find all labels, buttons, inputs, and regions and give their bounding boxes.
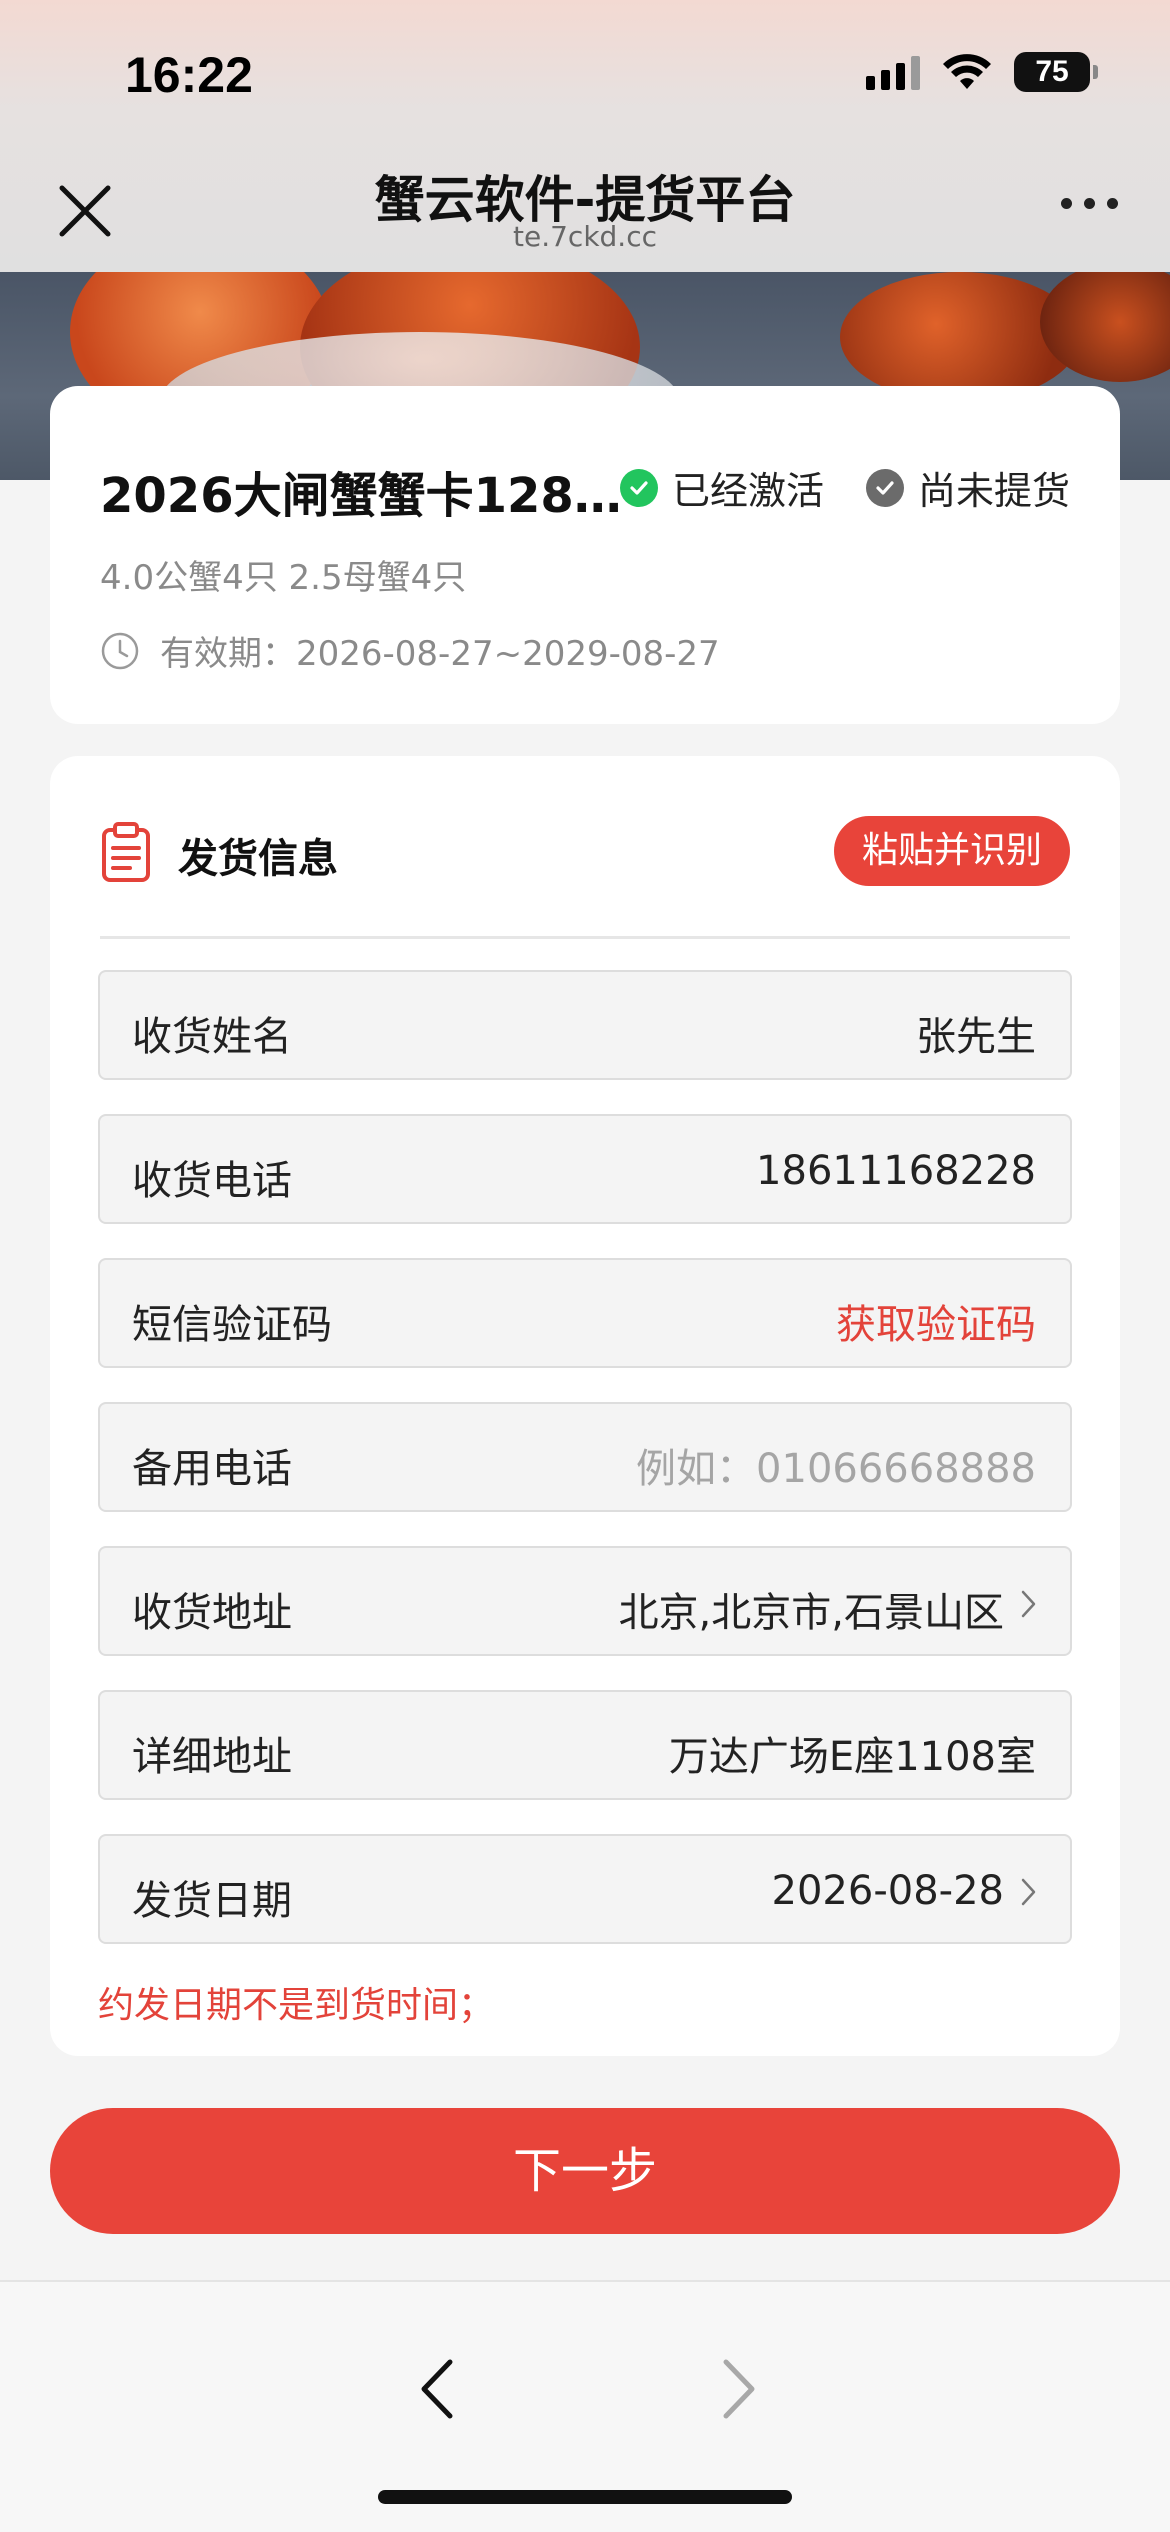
field-recipient-name[interactable]: 收货姓名 张先生 bbox=[98, 970, 1072, 1080]
status-time: 16:22 bbox=[125, 47, 253, 103]
pickup-status: 尚未提货 bbox=[866, 460, 1070, 515]
status-bar: 16:22 75 bbox=[0, 0, 1170, 150]
field-label: 收货地址 bbox=[132, 1590, 292, 1636]
field-detail-address[interactable]: 详细地址 万达广场E座1108室 bbox=[98, 1690, 1072, 1800]
field-label: 收货姓名 bbox=[132, 1014, 292, 1060]
field-label: 备用电话 bbox=[132, 1446, 292, 1492]
divider bbox=[100, 936, 1070, 939]
field-label: 短信验证码 bbox=[132, 1302, 332, 1348]
home-indicator bbox=[378, 2490, 792, 2504]
product-title: 2026大闸蟹蟹卡128… bbox=[100, 468, 622, 524]
back-arrow-icon[interactable] bbox=[410, 2354, 470, 2424]
browser-toolbar bbox=[0, 2280, 1170, 2532]
paste-recognize-button[interactable]: 粘贴并识别 bbox=[833, 816, 1070, 886]
field-label: 收货电话 bbox=[132, 1158, 292, 1204]
recipient-phone-input[interactable]: 18611168228 bbox=[756, 1148, 1036, 1194]
field-address[interactable]: 收货地址 北京,北京市,石景山区 bbox=[98, 1546, 1072, 1656]
clipboard-icon bbox=[102, 822, 150, 882]
field-backup-phone[interactable]: 备用电话 例如：01066668888 bbox=[98, 1402, 1072, 1512]
delivery-card: 发货信息 粘贴并识别 收货姓名 张先生 收货电话 18611168228 短信验… bbox=[50, 756, 1120, 2056]
get-code-button[interactable]: 获取验证码 bbox=[836, 1292, 1036, 1350]
section-header: 发货信息 粘贴并识别 bbox=[100, 816, 1070, 886]
validity-text: 有效期：2026-08-27~2029-08-27 bbox=[160, 634, 720, 674]
page-url: te.7ckd.cc bbox=[513, 220, 657, 253]
validity-row: 有效期：2026-08-27~2029-08-27 bbox=[100, 626, 720, 675]
status-icons: 75 bbox=[866, 52, 1098, 92]
detail-address-input[interactable]: 万达广场E座1108室 bbox=[669, 1724, 1036, 1782]
signal-icon bbox=[866, 54, 920, 90]
field-ship-date[interactable]: 发货日期 2026-08-28 bbox=[98, 1834, 1072, 1944]
field-label: 发货日期 bbox=[132, 1878, 292, 1924]
more-icon[interactable] bbox=[1061, 198, 1118, 209]
next-step-button[interactable]: 下一步 bbox=[50, 2108, 1120, 2234]
forward-arrow-icon[interactable] bbox=[706, 2354, 766, 2424]
section-title: 发货信息 bbox=[178, 836, 338, 882]
product-spec: 4.0公蟹4只 2.5母蟹4只 bbox=[100, 558, 467, 598]
activated-label: 已经激活 bbox=[672, 469, 825, 513]
address-select[interactable]: 北京,北京市,石景山区 bbox=[619, 1580, 1004, 1638]
pickup-status-label: 尚未提货 bbox=[918, 469, 1071, 513]
chevron-right-icon bbox=[1021, 1590, 1036, 1618]
check-icon bbox=[866, 468, 904, 507]
field-label: 详细地址 bbox=[132, 1734, 292, 1780]
product-card: 2026大闸蟹蟹卡128… 已经激活 尚未提货 4.0公蟹4只 2.5母蟹4只 … bbox=[50, 386, 1120, 724]
ship-date-select[interactable]: 2026-08-28 bbox=[772, 1868, 1004, 1914]
backup-phone-input[interactable]: 例如：01066668888 bbox=[636, 1436, 1036, 1494]
chevron-right-icon bbox=[1021, 1878, 1036, 1906]
recipient-name-input[interactable]: 张先生 bbox=[916, 1004, 1036, 1062]
battery-icon: 75 bbox=[1014, 52, 1098, 92]
browser-nav-bar: 蟹云软件-提货平台 te.7ckd.cc bbox=[0, 150, 1170, 272]
wifi-icon bbox=[943, 54, 991, 89]
field-sms-code[interactable]: 短信验证码 获取验证码 bbox=[98, 1258, 1072, 1368]
delivery-date-note: 约发日期不是到货时间； bbox=[98, 1985, 495, 2026]
check-icon bbox=[620, 468, 658, 507]
field-recipient-phone[interactable]: 收货电话 18611168228 bbox=[98, 1114, 1072, 1224]
clock-icon bbox=[101, 632, 139, 669]
activated-status: 已经激活 bbox=[620, 460, 824, 515]
